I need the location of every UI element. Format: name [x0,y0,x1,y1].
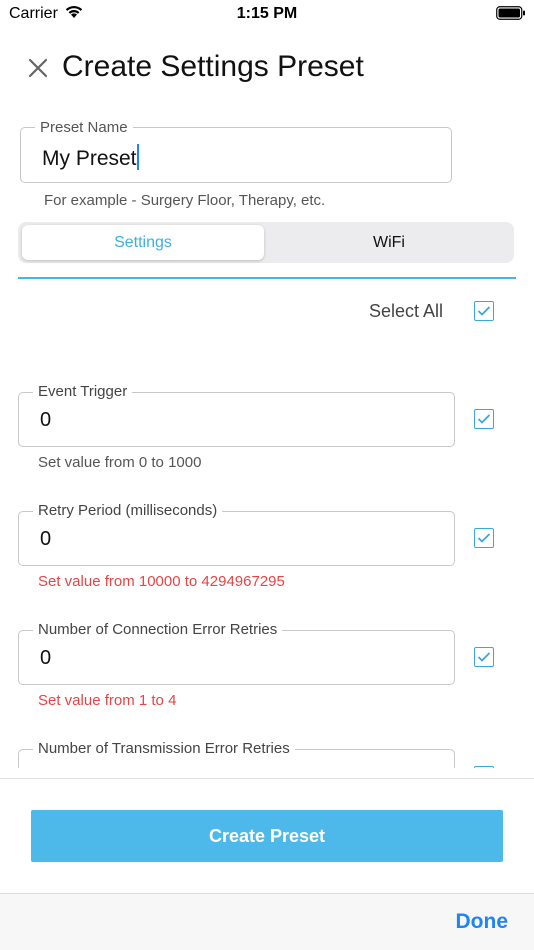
preset-name-field[interactable]: Preset Name My Preset [20,119,452,183]
connection-error-retries-field[interactable]: Number of Connection Error Retries 0 [18,621,455,685]
status-bar: Carrier 1:15 PM [0,0,534,30]
done-button[interactable]: Done [456,910,509,934]
preset-name-value: My Preset [42,147,137,170]
check-icon [477,533,491,543]
retry-period-helper: Set value from 10000 to 4294967295 [38,573,285,590]
tab-settings[interactable]: Settings [22,225,264,260]
connection-error-retries-helper: Set value from 1 to 4 [38,692,177,709]
check-icon [477,652,491,662]
battery-icon [496,6,526,25]
page-title: Create Settings Preset [62,50,364,83]
field-label: Retry Period (milliseconds) [33,502,223,519]
connection-error-retries-input[interactable]: 0 [40,647,51,670]
transmission-error-retries-checkbox[interactable] [474,766,494,768]
preset-name-label: Preset Name [35,119,133,136]
tab-indicator [18,277,516,279]
event-trigger-field[interactable]: Event Trigger 0 [18,383,455,447]
divider [0,778,534,779]
connection-error-retries-checkbox[interactable] [474,647,494,667]
preset-name-input[interactable]: My Preset [42,144,139,171]
check-icon [477,414,491,424]
close-icon[interactable] [26,56,50,80]
keyboard-toolbar: Done [0,893,534,950]
preset-name-helper: For example - Surgery Floor, Therapy, et… [44,192,326,209]
clock: 1:15 PM [236,5,298,22]
field-label: Number of Transmission Error Retries [33,740,295,757]
retry-period-field[interactable]: Retry Period (milliseconds) 0 [18,502,455,566]
retry-period-checkbox[interactable] [474,528,494,548]
transmission-error-retries-field[interactable]: Number of Transmission Error Retries [18,740,455,768]
event-trigger-input[interactable]: 0 [40,409,51,432]
create-preset-button[interactable]: Create Preset [31,810,503,862]
retry-period-input[interactable]: 0 [40,528,51,551]
event-trigger-helper: Set value from 0 to 1000 [38,454,202,471]
settings-list[interactable]: Event Trigger 0 Set value from 0 to 1000… [0,280,534,768]
tab-wifi[interactable]: WiFi [268,225,510,260]
field-label: Event Trigger [33,383,133,400]
event-trigger-checkbox[interactable] [474,409,494,429]
text-cursor [136,144,139,170]
tab-bar: Settings WiFi [18,222,514,263]
field-label: Number of Connection Error Retries [33,621,283,638]
